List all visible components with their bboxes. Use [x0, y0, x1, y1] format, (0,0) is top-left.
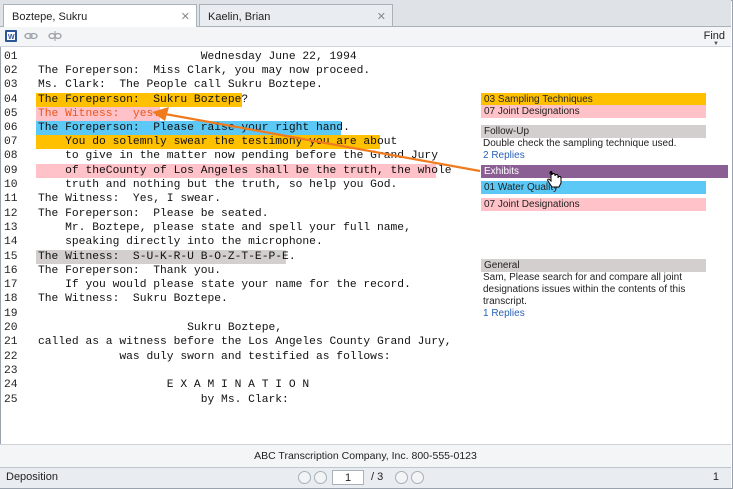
last-page-button[interactable]	[411, 471, 424, 484]
previous-page-button[interactable]	[314, 471, 327, 484]
page-number-input[interactable]: 1	[332, 470, 364, 485]
status-bar: Deposition 1 / 3 1	[0, 467, 731, 488]
first-page-button[interactable]	[298, 471, 311, 484]
link-arrow	[164, 112, 481, 173]
page-total: / 3	[371, 471, 384, 483]
next-page-button[interactable]	[395, 471, 408, 484]
hand-cursor-icon	[547, 170, 562, 188]
status-count: 1	[712, 471, 719, 483]
link-arrow-overlay	[152, 107, 481, 173]
arrow-head-icon	[152, 107, 169, 121]
company-footer: ABC Transcription Company, Inc. 800-555-…	[0, 444, 731, 467]
document-type: Deposition	[6, 471, 58, 483]
